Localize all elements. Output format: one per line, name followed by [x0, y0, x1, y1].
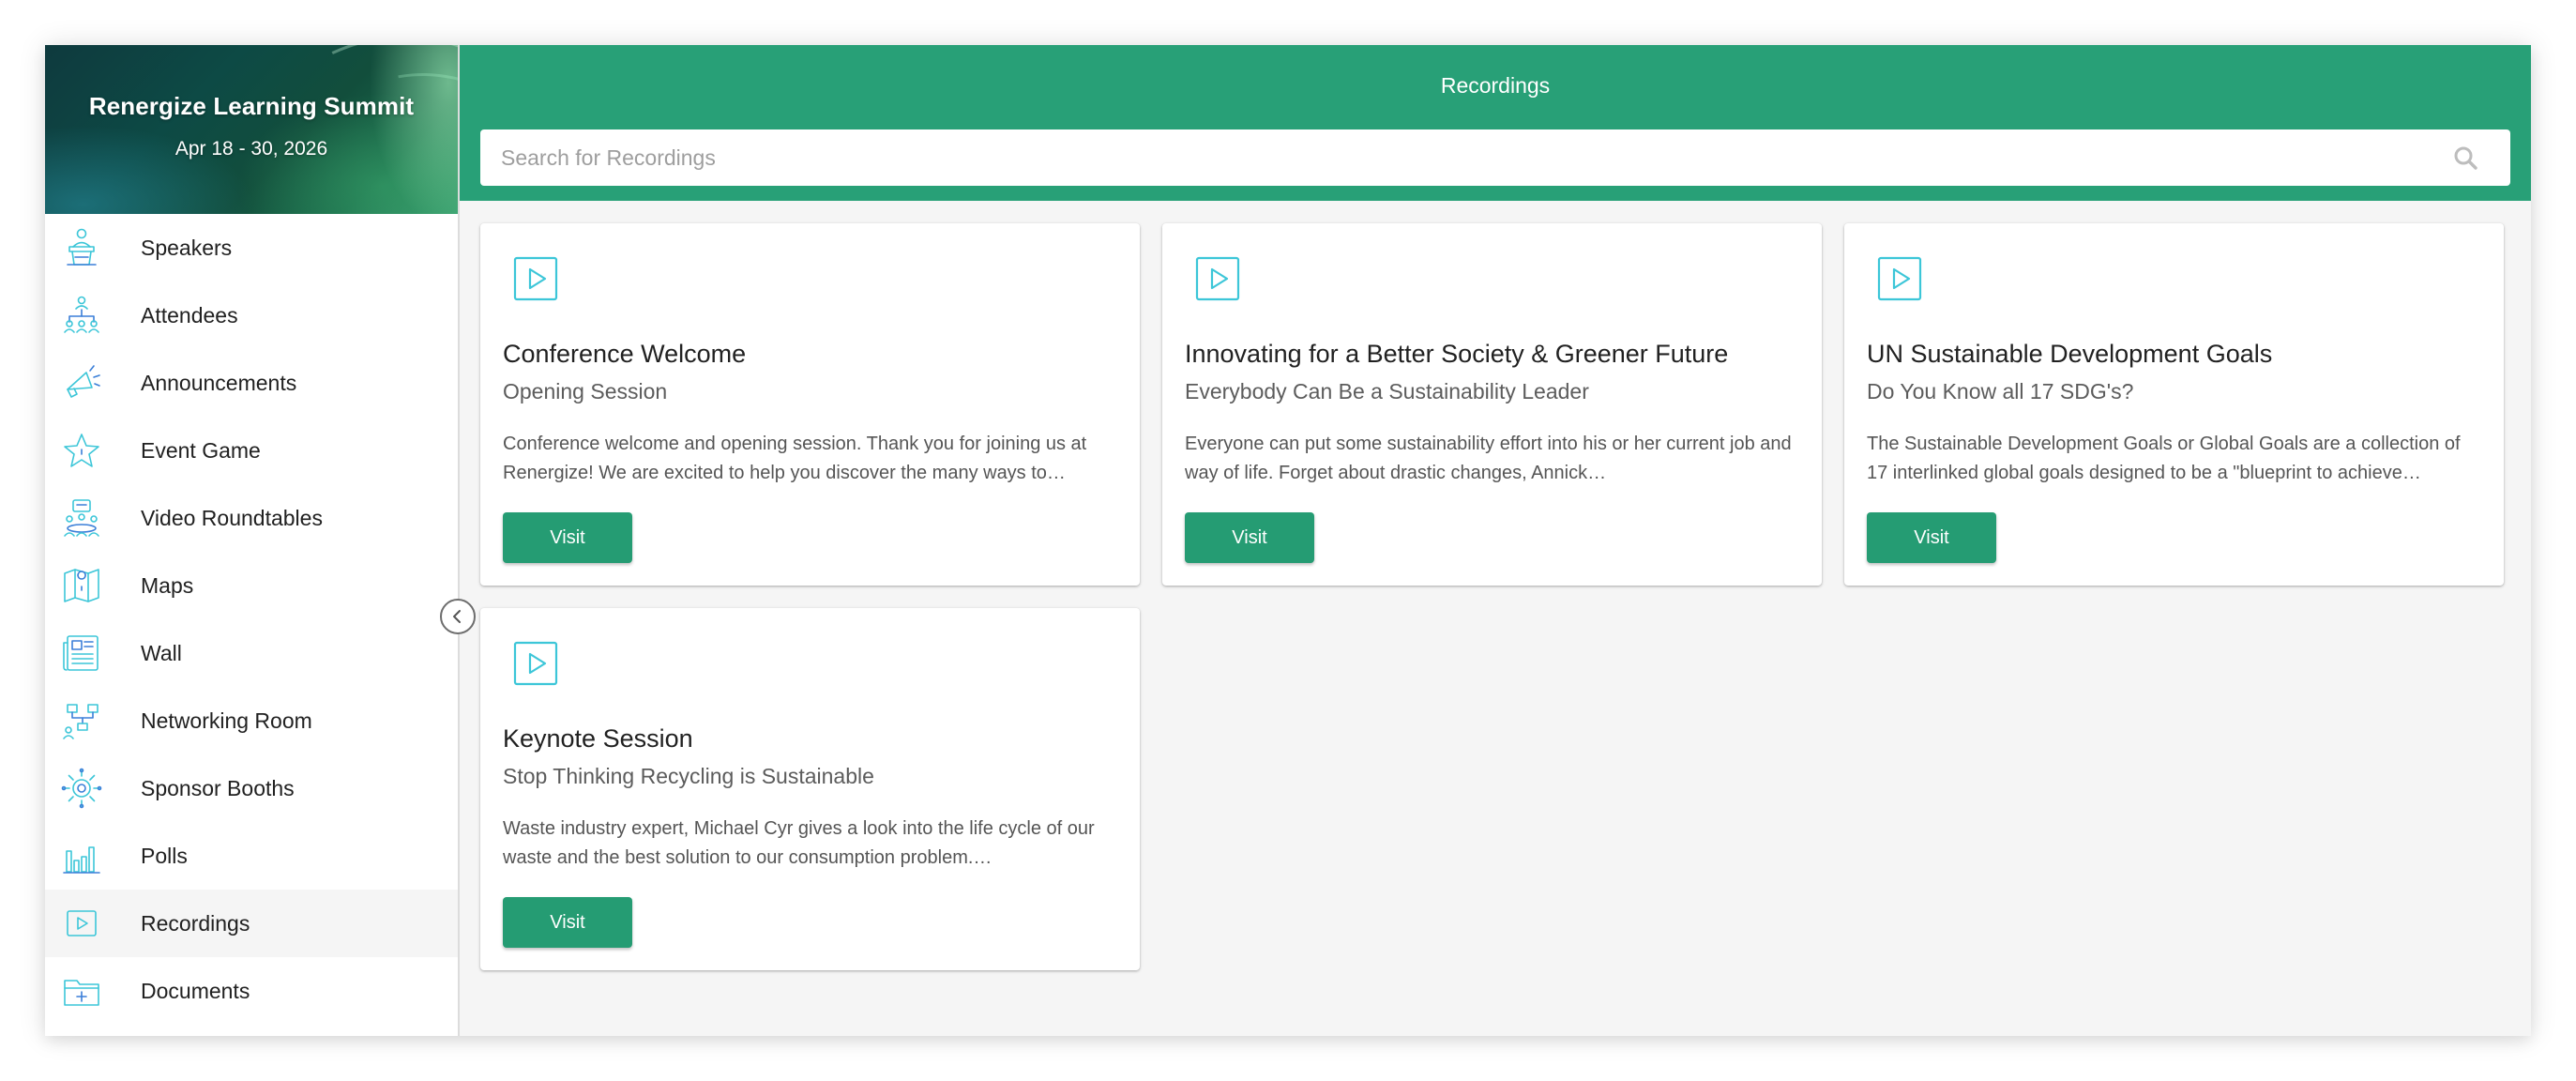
sidebar-item-label: Event Game: [141, 437, 261, 463]
recording-title: UN Sustainable Development Goals: [1867, 340, 2273, 368]
app-window: Renergize Learning Summit Apr 18 - 30, 2…: [45, 45, 2531, 1036]
recording-title: Keynote Session: [503, 724, 693, 753]
visit-button[interactable]: Visit: [1867, 512, 1996, 563]
sidebar-item-documents[interactable]: Documents: [45, 957, 458, 1025]
networking-icon: [58, 697, 105, 744]
folder-icon: [58, 967, 105, 1014]
play-icon: [1194, 255, 1241, 302]
sidebar-nav: Speakers Attendees Announcements Event G…: [45, 214, 458, 1025]
sidebar-item-networking-room[interactable]: Networking Room: [45, 687, 458, 754]
sidebar-item-label: Recordings: [141, 910, 250, 936]
people-network-icon: [58, 292, 105, 339]
event-title: Renergize Learning Summit: [88, 92, 415, 120]
sidebar-item-announcements[interactable]: Announcements: [45, 349, 458, 417]
sidebar-item-label: Sponsor Booths: [141, 775, 295, 800]
sidebar-item-maps[interactable]: Maps: [45, 552, 458, 619]
play-icon: [512, 640, 559, 687]
sidebar-item-speakers[interactable]: Speakers: [45, 214, 458, 282]
sidebar-item-wall[interactable]: Wall: [45, 619, 458, 687]
sidebar-item-label: Maps: [141, 572, 194, 598]
sidebar-item-attendees[interactable]: Attendees: [45, 282, 458, 349]
sidebar-collapse-button[interactable]: [440, 599, 476, 634]
megaphone-icon: [58, 359, 105, 406]
sidebar-item-event-game[interactable]: Event Game: [45, 417, 458, 484]
sidebar-item-recordings[interactable]: Recordings: [45, 890, 458, 957]
sponsor-icon: [58, 765, 105, 812]
sidebar-item-label: Polls: [141, 843, 188, 868]
sidebar-item-polls[interactable]: Polls: [45, 822, 458, 890]
search-icon[interactable]: [2447, 139, 2484, 176]
recording-card: Keynote Session Stop Thinking Recycling …: [480, 608, 1140, 970]
recording-subtitle: Everybody Can Be a Sustainability Leader: [1185, 379, 1589, 403]
visit-button[interactable]: Visit: [503, 512, 632, 563]
sidebar-item-video-roundtables[interactable]: Video Roundtables: [45, 484, 458, 552]
sidebar-item-sponsor-booths[interactable]: Sponsor Booths: [45, 754, 458, 822]
recording-card: Conference Welcome Opening Session Confe…: [480, 223, 1140, 586]
recording-card: Innovating for a Better Society & Greene…: [1162, 223, 1822, 586]
sidebar-item-label: Announcements: [141, 370, 297, 395]
search-input[interactable]: [480, 129, 2447, 186]
sidebar-item-label: Attendees: [141, 302, 238, 327]
play-icon: [1876, 255, 1923, 302]
sidebar-item-label: Speakers: [141, 235, 233, 260]
recording-description: Conference welcome and opening session. …: [503, 434, 1087, 483]
visit-button[interactable]: Visit: [503, 897, 632, 948]
recording-title: Conference Welcome: [503, 340, 747, 368]
newspaper-icon: [58, 630, 105, 677]
sidebar-item-label: Video Roundtables: [141, 505, 323, 530]
play-icon: [58, 900, 105, 947]
recording-description: Everyone can put some sustainability eff…: [1185, 434, 1792, 483]
visit-button[interactable]: Visit: [1185, 512, 1314, 563]
star-icon: [58, 427, 105, 474]
play-icon: [512, 255, 559, 302]
recording-description: Waste industry expert, Michael Cyr gives…: [503, 818, 1095, 868]
recording-description: The Sustainable Development Goals or Glo…: [1867, 434, 2461, 483]
recording-title: Innovating for a Better Society & Greene…: [1185, 340, 1729, 368]
page-title: Recordings: [1440, 73, 1551, 98]
recording-subtitle: Opening Session: [503, 379, 668, 403]
recording-card: UN Sustainable Development Goals Do You …: [1844, 223, 2504, 586]
main-content: Recordings C: [460, 45, 2531, 1036]
sidebar-item-label: Documents: [141, 978, 250, 1003]
sidebar-item-label: Networking Room: [141, 708, 312, 733]
sidebar-item-label: Wall: [141, 640, 182, 665]
recording-subtitle: Stop Thinking Recycling is Sustainable: [503, 764, 874, 788]
event-banner[interactable]: Renergize Learning Summit Apr 18 - 30, 2…: [45, 45, 458, 214]
recordings-grid: Conference Welcome Opening Session Confe…: [480, 223, 2510, 970]
chevron-left-icon: [453, 610, 461, 623]
event-dates: Apr 18 - 30, 2026: [174, 138, 328, 160]
bar-chart-icon: [58, 832, 105, 879]
map-icon: [58, 562, 105, 609]
page-header: Recordings: [460, 45, 2531, 201]
sidebar: Renergize Learning Summit Apr 18 - 30, 2…: [45, 45, 476, 1036]
search-bar: [480, 129, 2510, 186]
podium-icon: [58, 224, 105, 271]
recording-subtitle: Do You Know all 17 SDG's?: [1867, 379, 2134, 403]
roundtable-icon: [58, 495, 105, 541]
